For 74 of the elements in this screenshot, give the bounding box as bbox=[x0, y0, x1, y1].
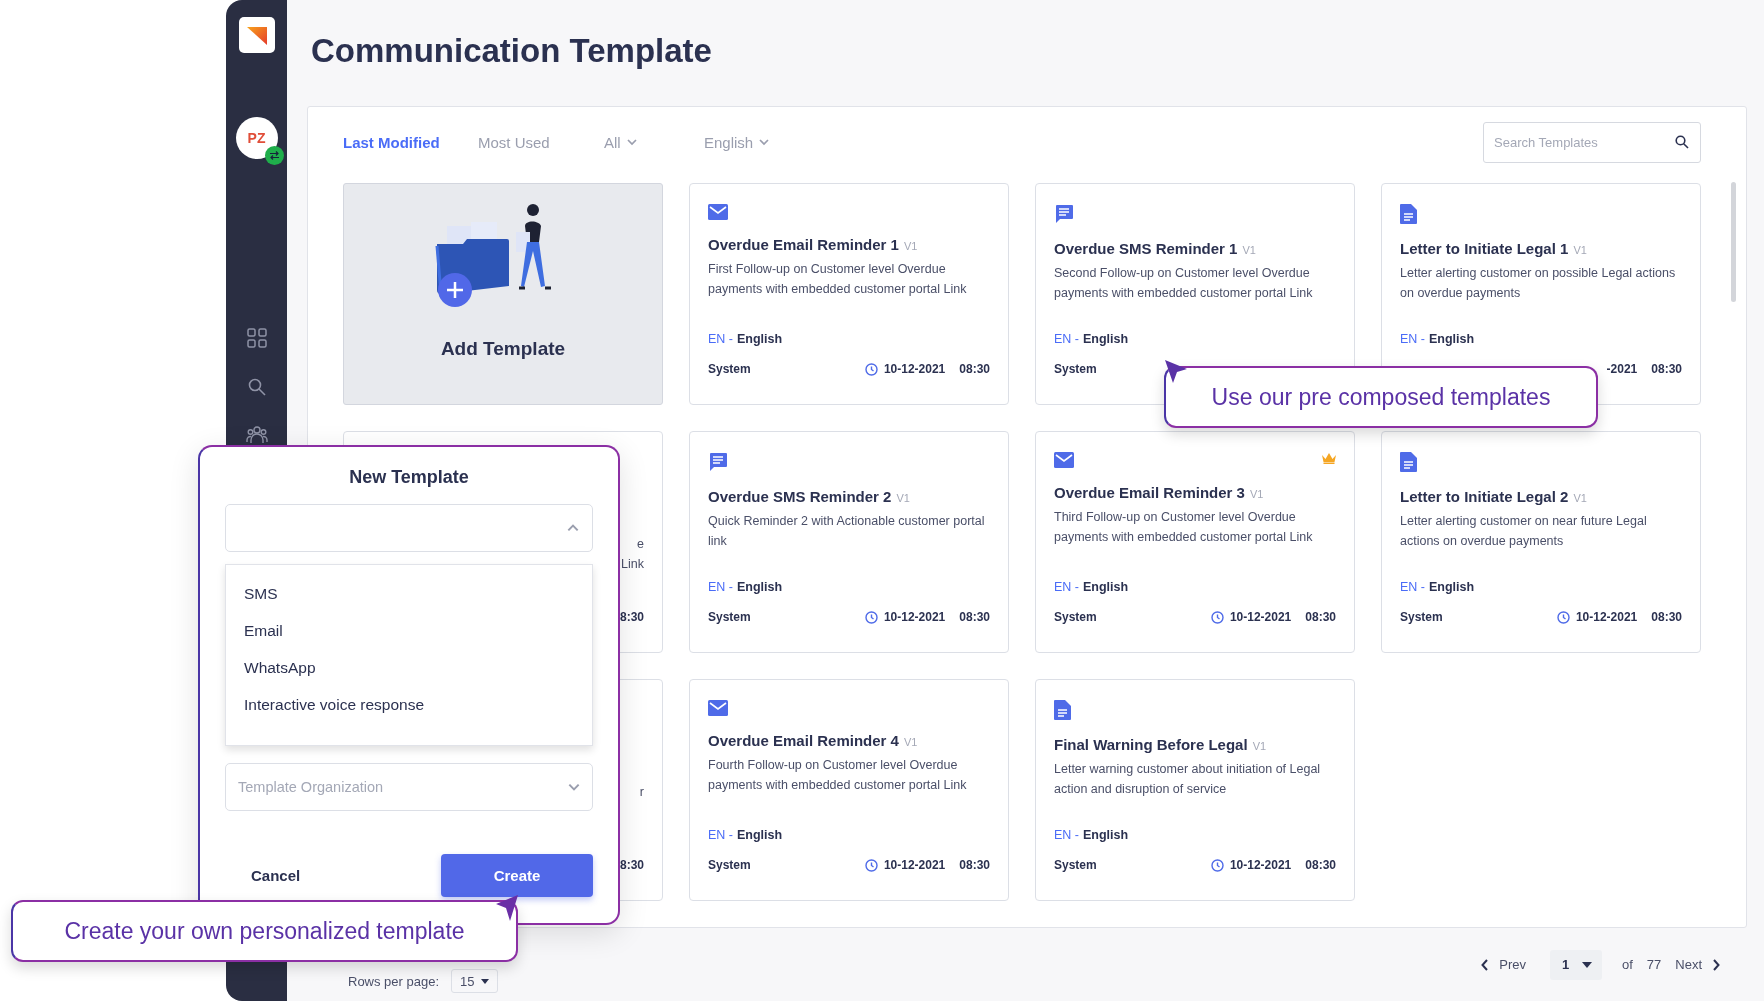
time-label: 08:30 bbox=[1305, 858, 1336, 872]
author-label: System bbox=[1054, 362, 1097, 376]
description-fragment: Link bbox=[621, 556, 644, 573]
hint-tooltip: Use our pre composed templates bbox=[1164, 366, 1598, 428]
template-description: First Follow-up on Customer level Overdue payments with embedded customer portal Link bbox=[708, 261, 968, 298]
version-label: V1 bbox=[1252, 740, 1267, 752]
language-code: EN - bbox=[1400, 580, 1425, 594]
version-label: V1 bbox=[903, 240, 918, 252]
language-name: English bbox=[1429, 580, 1475, 594]
hint-tooltip: Create your own personalized template bbox=[11, 900, 518, 962]
description-fragment: r bbox=[639, 784, 644, 801]
date-label: 10-12-2021 bbox=[883, 362, 946, 376]
language-code: EN - bbox=[708, 828, 733, 842]
language-code: EN - bbox=[1054, 332, 1079, 346]
language-name: English bbox=[737, 332, 783, 346]
template-description: Quick Reminder 2 with Actionable customer portal link bbox=[708, 513, 986, 550]
version-label: V1 bbox=[1249, 488, 1264, 500]
time-label: 08:30 bbox=[959, 362, 990, 376]
template-description: Fourth Follow-up on Customer level Overdue payments with embedded customer portal Link bbox=[708, 757, 968, 794]
date-label: 10-12-2021 bbox=[883, 858, 946, 872]
version-label: V1 bbox=[896, 492, 910, 504]
template-description: Letter warning customer about initiation of Legal action and disruption of service bbox=[1054, 761, 1322, 798]
page-total: 77 bbox=[1646, 957, 1662, 972]
template-title: Overdue SMS Reminder 2 bbox=[708, 488, 892, 505]
time-label: 08:30 bbox=[1651, 610, 1682, 624]
template-title: Overdue Email Reminder 4 bbox=[708, 732, 899, 749]
template-title: Letter to Initiate Legal 2 bbox=[1400, 488, 1569, 505]
author-label: System bbox=[708, 610, 751, 624]
date-label: -2021 bbox=[1606, 362, 1638, 376]
page-title: Communication Template bbox=[311, 32, 713, 71]
time-label: 08:30 bbox=[1651, 362, 1682, 376]
language-name: English bbox=[1429, 332, 1475, 346]
author-label: System bbox=[708, 858, 751, 872]
of-label: of bbox=[1621, 957, 1633, 972]
language-code: EN - bbox=[708, 580, 733, 594]
version-label: V1 bbox=[903, 736, 918, 748]
time-label: 08:30 bbox=[959, 858, 990, 872]
rows-per-page-label: Rows per page: bbox=[348, 973, 440, 989]
language-name: English bbox=[1083, 580, 1129, 594]
template-title: Letter to Initiate Legal 1 bbox=[1400, 240, 1569, 257]
time-label: 08:30 bbox=[959, 610, 990, 624]
date-label: 10-12-2021 bbox=[1229, 858, 1292, 872]
template-title: Overdue Email Reminder 3 bbox=[1054, 484, 1245, 501]
author-label: System bbox=[1054, 610, 1097, 624]
dialog-title: New Template bbox=[348, 467, 470, 488]
language-code: EN - bbox=[708, 332, 733, 346]
language-name: English bbox=[1083, 828, 1129, 842]
version-label: V1 bbox=[1242, 244, 1256, 256]
author-label: System bbox=[1400, 610, 1443, 624]
template-title: Overdue Email Reminder 1 bbox=[708, 236, 899, 253]
language-name: English bbox=[1083, 332, 1129, 346]
template-description: Second Follow-up on Customer level Overdue payments with embedded customer portal Link bbox=[1054, 265, 1314, 302]
language-name: English bbox=[737, 828, 783, 842]
date-label: 10-12-2021 bbox=[1229, 610, 1292, 624]
template-title: Final Warning Before Legal bbox=[1054, 736, 1248, 753]
language-code: EN - bbox=[1400, 332, 1425, 346]
language-name: English bbox=[737, 580, 783, 594]
date-label: 10-12-2021 bbox=[1575, 610, 1638, 624]
author-label: System bbox=[708, 362, 751, 376]
add-template-label: Add Template bbox=[440, 338, 566, 360]
time-label: 8:30 bbox=[619, 858, 644, 872]
language-code: EN - bbox=[1054, 580, 1079, 594]
version-label: V1 bbox=[1573, 244, 1587, 256]
version-label: V1 bbox=[1573, 492, 1587, 504]
template-description: Letter alerting customer on possible Legal actions on overdue payments bbox=[1400, 265, 1677, 302]
template-description: Third Follow-up on Customer level Overdue payments with embedded customer portal Link bbox=[1054, 509, 1314, 546]
time-label: 08:30 bbox=[1305, 610, 1336, 624]
language-code: EN - bbox=[1054, 828, 1079, 842]
description-fragment: e bbox=[637, 536, 644, 553]
author-label: System bbox=[1054, 858, 1097, 872]
template-title: Overdue SMS Reminder 1 bbox=[1054, 240, 1238, 257]
time-label: 8:30 bbox=[619, 610, 644, 624]
date-label: 10-12-2021 bbox=[883, 610, 946, 624]
template-description: Letter alerting customer on near future Legal actions on overdue payments bbox=[1400, 513, 1648, 550]
